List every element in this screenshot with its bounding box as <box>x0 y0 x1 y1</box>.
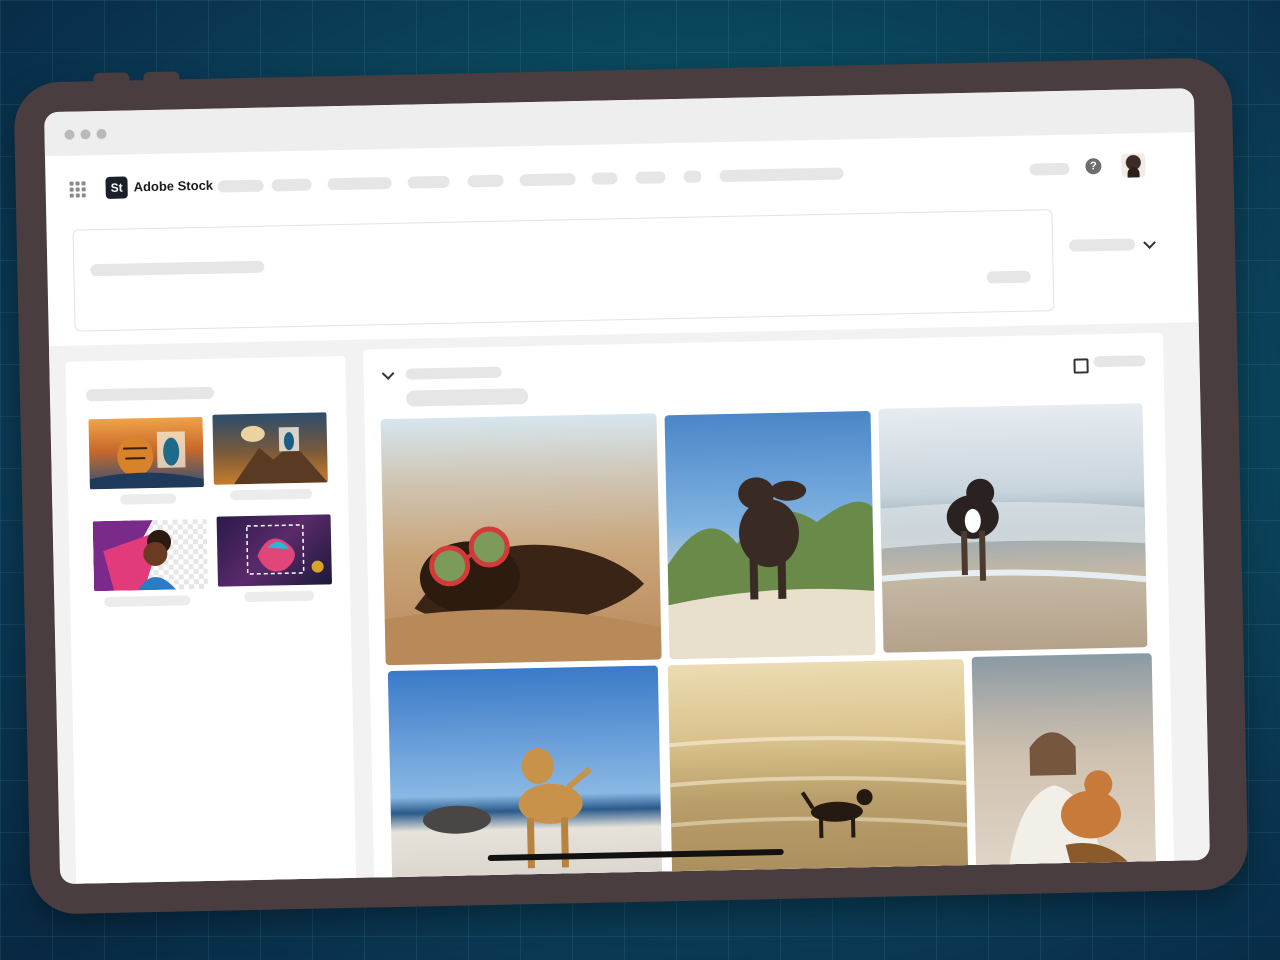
fantasy-landscape-image[interactable] <box>212 412 328 485</box>
chevron-down-icon <box>1143 236 1156 249</box>
sort-label <box>1068 238 1136 252</box>
window-control-dot[interactable] <box>96 128 107 140</box>
thumbnail-label <box>230 488 313 501</box>
nav-item[interactable] <box>327 176 392 191</box>
device-button <box>143 71 180 87</box>
brand-name[interactable]: Adobe Stock <box>133 178 213 195</box>
window-control-dot[interactable] <box>80 129 91 140</box>
nav-item[interactable] <box>217 179 264 193</box>
sign-in-link[interactable] <box>1029 162 1070 176</box>
help-icon[interactable]: ? <box>1085 158 1102 175</box>
apps-grid-icon[interactable] <box>69 181 86 198</box>
results-filter[interactable] <box>405 388 529 407</box>
tablet-frame: St Adobe Stock ? <box>13 57 1249 915</box>
nav-item[interactable] <box>719 167 844 183</box>
dog-running-shore-photo[interactable] <box>878 403 1148 653</box>
nav-item[interactable] <box>635 171 666 184</box>
search-results-panel <box>363 332 1175 885</box>
nav-item[interactable] <box>407 175 450 189</box>
chevron-down-icon[interactable] <box>381 367 395 380</box>
generative-tools-panel <box>65 355 357 885</box>
nav-item[interactable] <box>683 170 702 183</box>
checkbox-label <box>1093 355 1146 368</box>
woman-hugging-corgi-photo[interactable] <box>971 653 1157 885</box>
panel-title <box>85 386 215 402</box>
thumbnail-label <box>244 590 315 603</box>
portrait-remove-background-image[interactable] <box>92 518 209 592</box>
checkbox-icon[interactable] <box>1073 358 1089 374</box>
labrador-beach-photo[interactable] <box>387 665 663 885</box>
thumbnail-label <box>104 595 191 608</box>
tiger-peacock-composite-image[interactable] <box>88 416 204 490</box>
browser-titlebar <box>44 88 1195 157</box>
search-placeholder <box>90 260 265 277</box>
dog-sunglasses-sand-photo[interactable] <box>380 413 662 666</box>
sort-dropdown[interactable] <box>1068 236 1159 253</box>
nav-item[interactable] <box>467 174 504 188</box>
top-navigation: St Adobe Stock ? <box>45 144 1196 212</box>
spaniel-dunes-photo[interactable] <box>664 410 876 660</box>
betta-fish-selection-image[interactable] <box>216 514 332 587</box>
browser-window: St Adobe Stock ? <box>44 88 1210 885</box>
window-control-dot[interactable] <box>64 129 75 140</box>
thumbnail-label <box>120 493 177 505</box>
search-button[interactable] <box>986 270 1031 284</box>
device-button <box>93 72 130 88</box>
avatar[interactable] <box>1121 153 1146 178</box>
results-heading <box>405 366 502 380</box>
nav-item[interactable] <box>591 172 618 185</box>
nav-item[interactable] <box>519 173 576 187</box>
search-input[interactable] <box>72 209 1055 332</box>
nav-item[interactable] <box>271 178 312 192</box>
adobe-stock-logo[interactable]: St <box>105 176 128 199</box>
